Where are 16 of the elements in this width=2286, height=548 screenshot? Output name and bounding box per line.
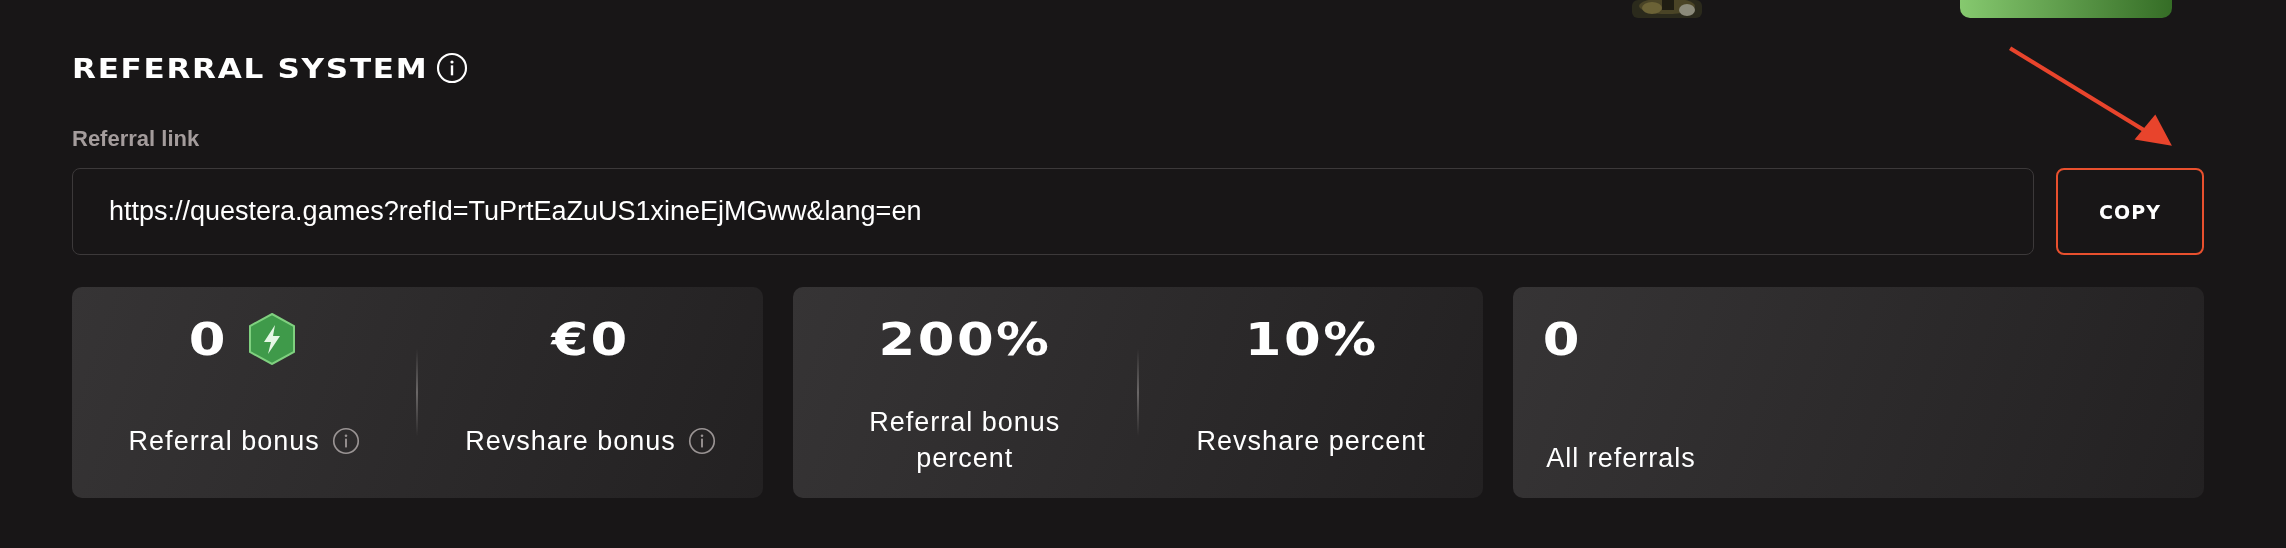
stat-value: €0: [551, 313, 630, 365]
stat-label: Referral bonus: [128, 425, 320, 458]
section-title: REFERRAL SYSTEM: [72, 52, 429, 84]
bolt-badge-icon: [248, 313, 297, 365]
referral-link-field[interactable]: https://questera.games?refId=TuPrtEaZuUS1xineEjMGww&lang=en: [72, 168, 2034, 255]
stat-value: 0: [188, 313, 228, 365]
stat-label: Referral bonus percent: [868, 406, 1062, 475]
copy-button[interactable]: COPY: [2056, 168, 2204, 255]
action-button[interactable]: [1960, 0, 2172, 18]
stat-value: 200%: [878, 313, 1052, 365]
stat-value: 0: [1543, 313, 1583, 365]
stat-label: Revshare percent: [1196, 425, 1426, 458]
stat-label: All referrals: [1546, 442, 1696, 475]
stat-label: Revshare bonus: [465, 425, 676, 458]
field-label: Referral link: [72, 126, 201, 153]
stat-value: 10%: [1244, 313, 1378, 365]
